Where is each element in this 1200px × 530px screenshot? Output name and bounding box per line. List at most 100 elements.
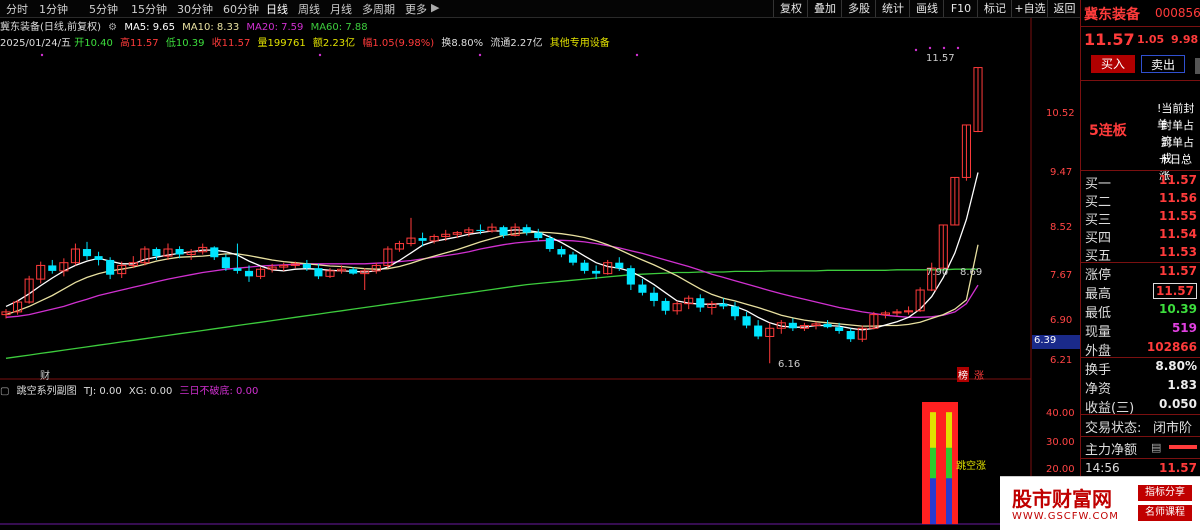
candle-body	[314, 268, 323, 277]
marker-dot	[318, 53, 322, 57]
indicator-bar-blue	[930, 478, 936, 524]
candle-body	[754, 325, 763, 337]
fuquan-button[interactable]: 复权	[773, 0, 808, 17]
book-row: 买一 11.57	[1081, 172, 1200, 192]
indicator-info-bar: ▢ 跳空系列副图 TJ: 0.00 XG: 0.00 三日不破底: 0.00	[0, 382, 262, 397]
watermark: 股市财富网 WWW.GSCFW.COM 指标分享 名师课程	[1000, 476, 1200, 530]
bang-marker[interactable]: 榜	[957, 367, 969, 382]
candle-body	[615, 262, 624, 269]
price-tick: 6.90	[1050, 315, 1073, 326]
trade-status: 闭市阶	[1153, 421, 1193, 436]
f10-button[interactable]: F10	[943, 0, 978, 17]
tab-period-10[interactable]: 更多	[405, 1, 427, 17]
row-value: 1.83	[1167, 378, 1197, 392]
watermark-tag: 名师课程	[1138, 505, 1192, 521]
overlay-button[interactable]: 叠加	[807, 0, 842, 17]
stock-code: 000856	[1155, 6, 1200, 20]
gear-icon[interactable]: ⚙	[108, 22, 117, 33]
candle-body	[649, 292, 659, 301]
high-label: 高11.57	[120, 38, 159, 49]
add-watchlist-button[interactable]: +自选	[1011, 0, 1048, 17]
row-label: 涨停	[1085, 268, 1112, 283]
candle-body	[302, 263, 311, 269]
low-label: 低10.39	[165, 38, 205, 49]
quote-panel: 冀东装备 000856 11.57 1.05 9.98 买入 卖出 5连板 !当…	[1080, 0, 1200, 529]
candle-body	[835, 327, 844, 332]
draw-button[interactable]: 画线	[909, 0, 944, 17]
tab-period-7[interactable]: 周线	[298, 1, 320, 17]
stats2-row: 收益(三) 0.050	[1081, 396, 1200, 416]
row-label: 现量	[1085, 325, 1112, 340]
date-label: 2025/01/24/五	[0, 38, 72, 49]
row-label: 换手	[1085, 363, 1112, 378]
open-label: 开10.40	[74, 38, 113, 49]
tab-period-6[interactable]: 日线	[266, 1, 288, 17]
candle-body	[106, 259, 115, 275]
candle-body	[82, 249, 92, 257]
volume-label: 量199761	[257, 38, 306, 49]
row-value: 0.050	[1159, 397, 1197, 411]
candle-body	[580, 262, 589, 271]
stock-name: 冀东装备	[1084, 7, 1140, 23]
sell-button[interactable]: 卖出	[1141, 55, 1185, 73]
kline-chart[interactable]	[0, 0, 1080, 529]
tab-period-0[interactable]: 分时	[6, 1, 28, 17]
panel-scroll[interactable]	[1195, 58, 1200, 74]
current-price-tag: 6.39	[1032, 335, 1082, 349]
row-value: 11.57	[1153, 283, 1197, 299]
marker-dot	[40, 53, 44, 57]
watermark-site: 股市财富网	[1012, 487, 1112, 511]
indicator-toggle-icon[interactable]: ▢	[0, 386, 9, 397]
tab-period-9[interactable]: 多周期	[362, 1, 395, 17]
indicator-tick: 40.00	[1046, 408, 1075, 419]
tab-period-1[interactable]: 1分钟	[39, 1, 68, 17]
float-label: 流通2.27亿	[490, 38, 543, 49]
row-label: 最高	[1085, 287, 1112, 302]
stats-button[interactable]: 统计	[875, 0, 910, 17]
close-label: 收11.57	[211, 38, 251, 49]
price-change: 1.05	[1137, 33, 1165, 46]
candle-body	[846, 331, 855, 340]
buy-button[interactable]: 买入	[1091, 55, 1135, 73]
tab-period-8[interactable]: 月线	[330, 1, 352, 17]
tj-value: TJ: 0.00	[83, 386, 122, 397]
candle-body	[499, 227, 508, 236]
ma10-label: MA10: 8.33	[182, 22, 240, 33]
multi-stock-button[interactable]: 多股	[841, 0, 876, 17]
candle-body	[476, 229, 485, 231]
candle-body	[696, 298, 705, 308]
ma20-label: MA20: 7.59	[246, 22, 304, 33]
stats2-row: 净资 1.83	[1081, 377, 1200, 397]
stats-row: 最低 10.39	[1081, 301, 1200, 321]
book-row: 买二 11.56	[1081, 190, 1200, 210]
indicator-tick: 20.00	[1046, 464, 1075, 475]
row-value: 11.57	[1159, 173, 1197, 187]
tab-period-5[interactable]: 60分钟	[223, 1, 259, 17]
indicator-name[interactable]: 跳空系列副图	[17, 386, 77, 397]
marker-dot	[942, 46, 946, 50]
stats-row: 外盘 102866	[1081, 339, 1200, 359]
marker-dot	[635, 53, 639, 57]
tab-period-2[interactable]: 5分钟	[89, 1, 118, 17]
book-row: 买四 11.54	[1081, 226, 1200, 246]
more-arrow-icon[interactable]: ▶	[431, 1, 439, 14]
tab-period-3[interactable]: 15分钟	[131, 1, 167, 17]
candle-body	[788, 322, 797, 329]
low-annotation: 6.16	[778, 359, 801, 370]
row-value: 11.54	[1159, 227, 1197, 241]
candle-body	[349, 269, 358, 274]
xg-value: XG: 0.00	[128, 386, 173, 397]
candle-body	[210, 247, 219, 258]
candle-body	[221, 257, 230, 269]
list-icon[interactable]: ▤	[1151, 441, 1161, 454]
rule-value: 三日不破底: 0.00	[179, 386, 259, 397]
cai-marker[interactable]: 财	[40, 367, 50, 382]
mark-button[interactable]: 标记	[977, 0, 1012, 17]
price-tick: 10.52	[1046, 108, 1075, 119]
back-button[interactable]: 返回	[1047, 0, 1081, 17]
tab-period-4[interactable]: 30分钟	[177, 1, 213, 17]
sector-label[interactable]: 其他专用设备	[550, 38, 610, 49]
zhang-marker[interactable]: 涨	[974, 367, 984, 382]
candle-body	[557, 249, 566, 255]
ma20-line	[5, 239, 979, 318]
